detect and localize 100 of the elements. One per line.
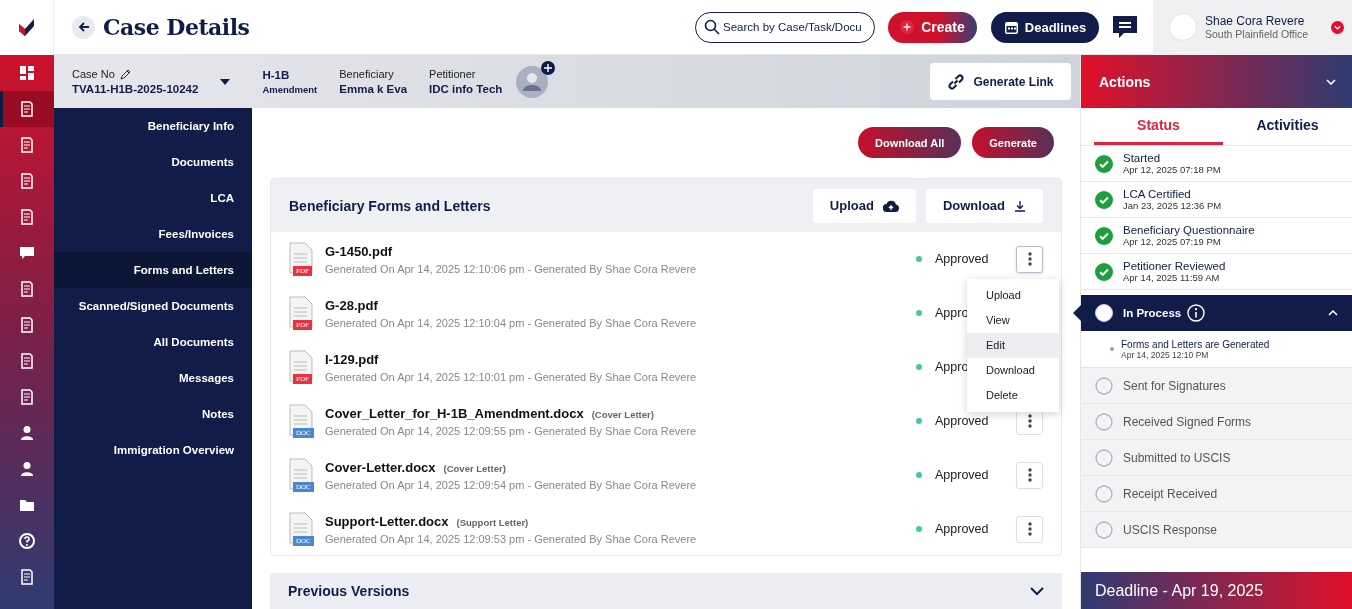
search-field[interactable]: Search by Case/Task/Docu xyxy=(695,11,875,43)
more-icon xyxy=(1027,252,1032,266)
visa-type: H-1B xyxy=(262,68,291,81)
deadline-text: Deadline - Apr 19, 2025 xyxy=(1095,581,1264,600)
info-icon[interactable] xyxy=(1187,304,1206,322)
back-button[interactable] xyxy=(72,15,95,39)
user-office: South Plainfield Office xyxy=(1205,28,1310,40)
circle-icon xyxy=(1095,448,1113,467)
status-text: Approved xyxy=(935,252,989,266)
status-dot-icon xyxy=(916,526,922,532)
file-category: (Support Letter) xyxy=(456,516,529,528)
more-icon xyxy=(1027,414,1032,428)
nav-item[interactable]: Beneficiary Info xyxy=(54,108,252,144)
page-title: Case Details xyxy=(103,14,251,40)
beneficiary-name: Emma k Eva xyxy=(339,83,408,95)
nav-item[interactable]: Messages xyxy=(54,360,252,396)
case-number-label: Case No xyxy=(72,68,115,80)
actions-title: Actions xyxy=(1099,73,1151,90)
download-icon xyxy=(1014,199,1026,212)
avatar-icon xyxy=(516,65,549,98)
file-icon xyxy=(289,458,313,490)
status-dot-icon xyxy=(916,364,922,370)
step-label: Received Signed Forms xyxy=(1123,414,1252,429)
file-icon xyxy=(289,242,313,274)
deadlines-button[interactable]: Deadlines xyxy=(991,11,1099,43)
add-icon[interactable] xyxy=(541,60,556,75)
file-meta: Generated On Apr 14, 2025 12:09:54 pm - Generated By Shae Cora Revere xyxy=(325,478,698,491)
petitioner-label: Petitioner xyxy=(429,68,477,80)
generate-link-button[interactable]: Generate Link xyxy=(930,63,1071,100)
calendar-icon xyxy=(1003,19,1019,35)
actions-header[interactable]: Actions xyxy=(1081,55,1352,108)
nav-item[interactable]: LCA xyxy=(54,180,252,216)
create-button[interactable]: Create xyxy=(888,11,977,43)
chat-icon[interactable] xyxy=(1112,15,1138,39)
step-label: Started xyxy=(1123,152,1162,164)
logo-icon xyxy=(16,17,37,38)
person-icon xyxy=(19,461,35,477)
circle-icon xyxy=(1095,484,1113,503)
status-text: Appro xyxy=(935,360,969,374)
chevron-icon[interactable] xyxy=(1328,310,1338,316)
step-date: Jan 23, 2025 12:36 PM xyxy=(1123,200,1222,211)
more-button[interactable] xyxy=(1016,515,1043,543)
nav-item[interactable]: Immigration Overview xyxy=(54,432,252,468)
plus-icon xyxy=(900,20,915,34)
previous-versions-bar[interactable]: Previous Versions xyxy=(270,573,1062,609)
documents-icon xyxy=(19,101,35,117)
nav-item[interactable]: Documents xyxy=(54,144,252,180)
file-category: (Cover Letter) xyxy=(591,408,654,420)
file-name[interactable]: I-129.pdf xyxy=(325,351,379,367)
circle-icon xyxy=(1095,376,1113,395)
pencil-icon[interactable] xyxy=(119,68,131,80)
file-category: (Cover Letter) xyxy=(443,462,506,474)
file-name[interactable]: Cover-Letter.docx xyxy=(325,459,436,475)
person-icon xyxy=(19,425,35,441)
more-button[interactable] xyxy=(1016,461,1043,489)
file-name[interactable]: Cover_Letter_for_H-1B_Amendment.docx xyxy=(325,405,584,421)
nav-item[interactable]: Forms and Letters xyxy=(54,252,252,288)
check-circle-icon xyxy=(1095,190,1113,209)
nav-item[interactable]: Notes xyxy=(54,396,252,432)
status-text: Approved xyxy=(935,468,989,482)
step-label: Petitioner Reviewed xyxy=(1123,260,1226,272)
step-label: LCA Certified xyxy=(1123,188,1192,200)
rail-button[interactable] xyxy=(0,91,54,127)
help-icon xyxy=(19,533,35,549)
menu-item[interactable]: View xyxy=(967,307,1059,333)
step-label: USCIS Response xyxy=(1123,522,1218,537)
download-all-button[interactable]: Download All xyxy=(858,127,962,158)
download-button[interactable]: Download xyxy=(925,188,1043,223)
menu-item[interactable]: Upload xyxy=(967,282,1059,308)
upload-button[interactable]: Upload xyxy=(812,188,916,223)
nav-item[interactable]: Fees/Invoices xyxy=(54,216,252,252)
dropdown-icon[interactable] xyxy=(1331,20,1344,34)
back-arrow-icon xyxy=(77,21,90,33)
dashboard-icon xyxy=(19,65,35,81)
nav-item[interactable]: Scanned/Signed Documents xyxy=(54,288,252,324)
file-name[interactable]: Support-Letter.docx xyxy=(325,513,449,529)
step-date: Apr 14, 2025 11:59 AM xyxy=(1123,272,1221,283)
user-panel[interactable]: Shae Cora Revere South Plainfield Office xyxy=(1153,0,1352,55)
step-label: Submitted to USCIS xyxy=(1123,450,1231,465)
case-type: Amendment xyxy=(262,83,318,95)
check-circle-icon xyxy=(1095,226,1113,245)
menu-item[interactable]: Download xyxy=(967,357,1059,383)
cloud-upload-icon xyxy=(882,199,899,212)
section-title: Previous Versions xyxy=(288,583,410,599)
menu-item[interactable]: Delete xyxy=(967,382,1059,408)
file-name[interactable]: G-1450.pdf xyxy=(325,243,393,259)
generate-button[interactable]: Generate xyxy=(972,127,1054,158)
menu-item[interactable]: Edit xyxy=(967,332,1059,358)
circle-icon xyxy=(1095,412,1113,431)
status-dot-icon xyxy=(916,472,922,478)
nav-item[interactable]: All Documents xyxy=(54,324,252,360)
search-icon xyxy=(704,19,720,35)
caret-icon[interactable] xyxy=(220,78,231,85)
substep-label: Forms and Letters are Generated xyxy=(1121,338,1270,350)
file-icon xyxy=(289,350,313,382)
file-name[interactable]: G-28.pdf xyxy=(325,297,378,313)
chat-icon xyxy=(19,245,35,261)
bullet-icon xyxy=(1110,347,1114,351)
status-dot-icon xyxy=(916,256,922,262)
more-button[interactable] xyxy=(1016,245,1043,273)
